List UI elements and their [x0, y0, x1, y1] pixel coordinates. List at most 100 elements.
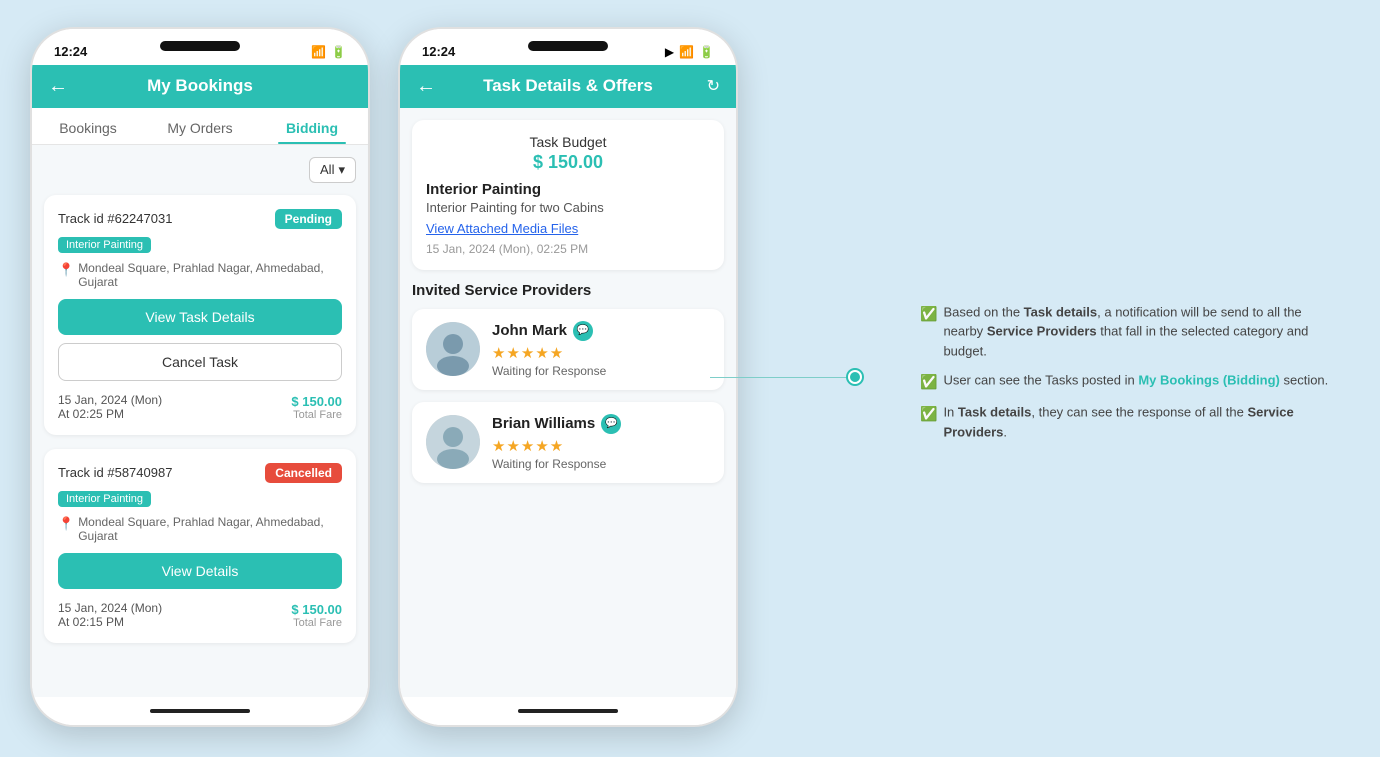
provider-name-1: John Mark	[492, 322, 567, 339]
cancel-task-button[interactable]: Cancel Task	[58, 343, 342, 381]
provider-avatar-1	[426, 322, 480, 376]
track-id-2: Track id #58740987	[58, 465, 172, 480]
phone-2-back-button[interactable]: ←	[416, 75, 440, 98]
date-text-1: 15 Jan, 2024 (Mon)	[58, 393, 162, 407]
card-2-header: Track id #58740987 Cancelled	[58, 463, 342, 483]
annotation-text-2: User can see the Tasks posted in My Book…	[943, 370, 1328, 390]
phone-2-status-icons: ▶ 📶 🔋	[665, 45, 714, 59]
price-label-2: Total Fare	[291, 617, 342, 629]
provider-stars-1: ★★★★★	[492, 344, 710, 362]
provider-name-row-1: John Mark 💬	[492, 321, 710, 341]
provider-card-1: John Mark 💬 ★★★★★ Waiting for Response	[412, 309, 724, 390]
annotation-item-2: ✅ User can see the Tasks posted in My Bo…	[920, 370, 1340, 392]
price-label-1: Total Fare	[291, 409, 342, 421]
invited-section-title: Invited Service Providers	[412, 282, 724, 299]
annotation-item-1: ✅ Based on the Task details, a notificat…	[920, 302, 1340, 361]
phone-2-notch: 12:24 ▶ 📶 🔋	[400, 29, 736, 65]
provider-name-row-2: Brian Williams 💬	[492, 414, 710, 434]
annotation-dot	[848, 370, 862, 384]
phone-2-bottom	[400, 697, 736, 725]
phone-2-header-title: Task Details & Offers	[440, 76, 696, 96]
category-tag-1: Interior Painting	[58, 237, 151, 253]
phone-2-pill	[528, 41, 608, 51]
chat-badge-1[interactable]: 💬	[573, 321, 593, 341]
phone-2-header: ← Task Details & Offers ↻	[400, 65, 736, 108]
provider-card-2: Brian Williams 💬 ★★★★★ Waiting for Respo…	[412, 402, 724, 483]
time-text-1: At 02:25 PM	[58, 407, 162, 421]
task-description: Interior Painting for two Cabins	[426, 200, 710, 215]
wifi-icon-2: 📶	[679, 45, 694, 59]
booking-card-2: Track id #58740987 Cancelled Interior Pa…	[44, 449, 356, 643]
location-icon-2: 📍	[58, 516, 74, 532]
time-text-2: At 02:15 PM	[58, 615, 162, 629]
budget-label: Task Budget	[426, 134, 710, 150]
gps-icon: ▶	[665, 45, 674, 59]
chevron-down-icon: ▾	[338, 162, 345, 178]
filter-row: All ▾	[44, 157, 356, 183]
annotation-item-3: ✅ In Task details, they can see the resp…	[920, 402, 1340, 441]
wifi-icon: 📶	[311, 45, 326, 59]
check-icon-1: ✅	[920, 303, 937, 324]
location-icon-1: 📍	[58, 262, 74, 278]
card-2-footer: 15 Jan, 2024 (Mon) At 02:15 PM $ 150.00 …	[58, 601, 342, 629]
provider-info-1: John Mark 💬 ★★★★★ Waiting for Response	[492, 321, 710, 378]
provider-status-2: Waiting for Response	[492, 457, 710, 471]
phone-1-time: 12:24	[54, 44, 87, 59]
location-text-1: Mondeal Square, Prahlad Nagar, Ahmedabad…	[78, 261, 342, 289]
phone-2: 12:24 ▶ 📶 🔋 ← Task Details & Offers ↻ Ta…	[398, 27, 738, 727]
annotation-panel: ✅ Based on the Task details, a notificat…	[920, 302, 1340, 452]
booking-card-1: Track id #62247031 Pending Interior Pain…	[44, 195, 356, 435]
view-task-details-button[interactable]: View Task Details	[58, 299, 342, 335]
phone-1-pill	[160, 41, 240, 51]
annotation-text-1: Based on the Task details, a notificatio…	[943, 302, 1340, 361]
card-1-date: 15 Jan, 2024 (Mon) At 02:25 PM	[58, 393, 162, 421]
provider-name-2: Brian Williams	[492, 415, 595, 432]
phone-1-tab-bar: Bookings My Orders Bidding	[32, 108, 368, 145]
check-icon-3: ✅	[920, 403, 937, 424]
location-2: 📍 Mondeal Square, Prahlad Nagar, Ahmedab…	[58, 515, 342, 543]
status-badge-2: Cancelled	[265, 463, 342, 483]
view-details-button[interactable]: View Details	[58, 553, 342, 589]
phone-2-content: Task Budget $ 150.00 Interior Painting I…	[400, 108, 736, 697]
chat-badge-2[interactable]: 💬	[601, 414, 621, 434]
tab-my-orders[interactable]: My Orders	[144, 108, 256, 144]
date-text-2: 15 Jan, 2024 (Mon)	[58, 601, 162, 615]
phone-1-status-icons: 📶 🔋	[311, 45, 346, 59]
provider-stars-2: ★★★★★	[492, 437, 710, 455]
card-1-header: Track id #62247031 Pending	[58, 209, 342, 229]
phone-2-refresh-button[interactable]: ↻	[696, 76, 720, 96]
home-indicator-2	[518, 709, 618, 713]
category-tag-2: Interior Painting	[58, 491, 151, 507]
price-block-1: $ 150.00 Total Fare	[291, 394, 342, 421]
status-badge-1: Pending	[275, 209, 342, 229]
phone-1-header-title: My Bookings	[72, 76, 328, 96]
price-block-2: $ 150.00 Total Fare	[291, 602, 342, 629]
phone-2-time: 12:24	[422, 44, 455, 59]
provider-status-1: Waiting for Response	[492, 364, 710, 378]
task-date: 15 Jan, 2024 (Mon), 02:25 PM	[426, 242, 710, 256]
phone-1: 12:24 📶 🔋 ← My Bookings Bookings My Orde…	[30, 27, 370, 727]
price-amount-2: $ 150.00	[291, 602, 342, 617]
check-icon-2: ✅	[920, 371, 937, 392]
annotation-text-3: In Task details, they can see the respon…	[943, 402, 1340, 441]
battery-icon-2: 🔋	[699, 45, 714, 59]
task-name: Interior Painting	[426, 181, 710, 198]
filter-dropdown[interactable]: All ▾	[309, 157, 356, 183]
view-media-link[interactable]: View Attached Media Files	[426, 221, 710, 236]
filter-label: All	[320, 162, 334, 177]
tab-bookings[interactable]: Bookings	[32, 108, 144, 144]
home-indicator-1	[150, 709, 250, 713]
phone-1-back-button[interactable]: ←	[48, 75, 72, 98]
phone-1-content: All ▾ Track id #62247031 Pending Interio…	[32, 145, 368, 697]
provider-info-2: Brian Williams 💬 ★★★★★ Waiting for Respo…	[492, 414, 710, 471]
track-id-1: Track id #62247031	[58, 211, 172, 226]
task-budget-card: Task Budget $ 150.00 Interior Painting I…	[412, 120, 724, 270]
provider-avatar-2	[426, 415, 480, 469]
location-text-2: Mondeal Square, Prahlad Nagar, Ahmedabad…	[78, 515, 342, 543]
annotation-list: ✅ Based on the Task details, a notificat…	[920, 302, 1340, 442]
location-1: 📍 Mondeal Square, Prahlad Nagar, Ahmedab…	[58, 261, 342, 289]
connector-line	[710, 377, 850, 378]
tab-bidding[interactable]: Bidding	[256, 108, 368, 144]
phone-1-notch: 12:24 📶 🔋	[32, 29, 368, 65]
price-amount-1: $ 150.00	[291, 394, 342, 409]
